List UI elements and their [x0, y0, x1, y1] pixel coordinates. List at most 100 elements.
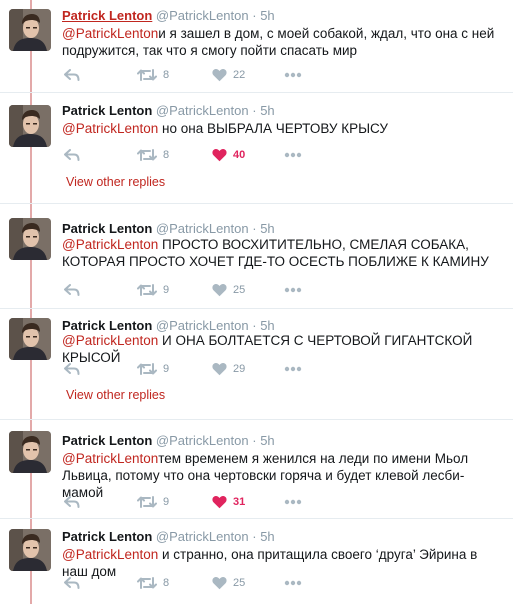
timestamp[interactable]: 5h: [260, 221, 274, 236]
timestamp[interactable]: 5h: [260, 433, 274, 448]
retweet-icon: [137, 495, 157, 509]
like-count: 31: [233, 496, 246, 508]
like-count: 22: [233, 69, 246, 81]
retweet-icon: [137, 148, 157, 162]
reply-button[interactable]: [64, 66, 80, 84]
retweet-icon: [137, 362, 157, 376]
view-other-replies-link[interactable]: View other replies: [66, 388, 165, 402]
more-button[interactable]: [284, 146, 302, 164]
more-icon: [284, 72, 302, 78]
heart-icon: [212, 362, 227, 376]
mention-link[interactable]: @PatrickLenton: [62, 237, 158, 252]
avatar[interactable]: [9, 105, 51, 147]
like-count: 25: [233, 577, 246, 589]
tweet-header: Patrick Lenton @PatrickLenton · 5h: [62, 103, 275, 118]
more-button[interactable]: [284, 360, 302, 378]
author-handle[interactable]: @PatrickLenton: [156, 8, 249, 23]
reply-icon: [64, 496, 80, 508]
timestamp[interactable]: 5h: [260, 8, 274, 23]
retweet-button[interactable]: 8: [137, 146, 169, 164]
divider: [0, 308, 513, 309]
tweet-text: @PatrickLentonи я зашел в дом, с моей со…: [62, 25, 502, 59]
author-name[interactable]: Patrick Lenton: [62, 318, 152, 333]
avatar[interactable]: [9, 318, 51, 360]
reply-icon: [64, 149, 80, 161]
author-handle[interactable]: @PatrickLenton: [156, 318, 249, 333]
like-count: 29: [233, 363, 246, 375]
retweet-icon: [137, 283, 157, 297]
author-handle[interactable]: @PatrickLenton: [156, 529, 249, 544]
retweet-button[interactable]: 9: [137, 281, 169, 299]
more-icon: [284, 287, 302, 293]
heart-icon: [212, 495, 227, 509]
author-handle[interactable]: @PatrickLenton: [156, 103, 249, 118]
reply-icon: [64, 284, 80, 296]
timestamp[interactable]: 5h: [260, 103, 274, 118]
heart-icon: [212, 148, 227, 162]
retweet-count: 9: [163, 496, 170, 508]
tweet-header: Patrick Lenton @PatrickLenton · 5h: [62, 529, 275, 544]
avatar[interactable]: [9, 529, 51, 571]
heart-icon: [212, 576, 227, 590]
more-icon: [284, 499, 302, 505]
author-handle[interactable]: @PatrickLenton: [156, 221, 249, 236]
reply-icon: [64, 69, 80, 81]
tweet-body: но она ВЫБРАЛА ЧЕРТОВУ КРЫСУ: [158, 121, 388, 136]
mention-link[interactable]: @PatrickLenton: [62, 333, 158, 348]
mention-link[interactable]: @PatrickLenton: [62, 547, 158, 562]
avatar[interactable]: [9, 9, 51, 51]
view-other-replies-link[interactable]: View other replies: [66, 175, 165, 189]
divider: [0, 419, 513, 420]
more-icon: [284, 580, 302, 586]
like-button[interactable]: 22: [212, 66, 245, 84]
tweet-header: Patrick Lenton @PatrickLenton · 5h: [62, 221, 275, 236]
more-button[interactable]: [284, 281, 302, 299]
heart-icon: [212, 283, 227, 297]
tweet-text: @PatrickLenton ПРОСТО ВОСХИТИТЕЛЬНО, СМЕ…: [62, 236, 502, 270]
author-name[interactable]: Patrick Lenton: [62, 221, 152, 236]
author-name[interactable]: Patrick Lenton: [62, 433, 152, 448]
author-name[interactable]: Patrick Lenton: [62, 103, 152, 118]
avatar[interactable]: [9, 218, 51, 260]
divider: [0, 92, 513, 93]
more-icon: [284, 152, 302, 158]
retweet-count: 9: [163, 284, 170, 296]
retweet-button[interactable]: 9: [137, 493, 169, 511]
retweet-count: 8: [163, 149, 170, 161]
mention-link[interactable]: @PatrickLenton: [62, 26, 158, 41]
author-handle[interactable]: @PatrickLenton: [156, 433, 249, 448]
tweet-actions: 9 31: [62, 493, 362, 511]
heart-icon: [212, 68, 227, 82]
timestamp[interactable]: 5h: [260, 529, 274, 544]
author-name[interactable]: Patrick Lenton: [62, 8, 152, 23]
retweet-button[interactable]: 9: [137, 360, 169, 378]
mention-link[interactable]: @PatrickLenton: [62, 451, 158, 466]
tweet-actions: 8 25: [62, 574, 362, 592]
more-button[interactable]: [284, 66, 302, 84]
mention-link[interactable]: @PatrickLenton: [62, 121, 158, 136]
divider: [0, 203, 513, 204]
like-button[interactable]: 25: [212, 281, 245, 299]
retweet-button[interactable]: 8: [137, 66, 169, 84]
like-button[interactable]: 25: [212, 574, 245, 592]
reply-button[interactable]: [64, 493, 80, 511]
reply-button[interactable]: [64, 360, 80, 378]
reply-icon: [64, 363, 80, 375]
like-button[interactable]: 31: [212, 493, 245, 511]
reply-button[interactable]: [64, 281, 80, 299]
reply-button[interactable]: [64, 574, 80, 592]
more-button[interactable]: [284, 574, 302, 592]
like-button[interactable]: 29: [212, 360, 245, 378]
reply-icon: [64, 577, 80, 589]
reply-button[interactable]: [64, 146, 80, 164]
retweet-icon: [137, 68, 157, 82]
tweet-header: Patrick Lenton @PatrickLenton · 5h: [62, 8, 275, 23]
tweet-actions: 9 29: [62, 360, 362, 378]
more-icon: [284, 366, 302, 372]
like-button[interactable]: 40: [212, 146, 245, 164]
retweet-button[interactable]: 8: [137, 574, 169, 592]
timestamp[interactable]: 5h: [260, 318, 274, 333]
more-button[interactable]: [284, 493, 302, 511]
avatar[interactable]: [9, 431, 51, 473]
author-name[interactable]: Patrick Lenton: [62, 529, 152, 544]
